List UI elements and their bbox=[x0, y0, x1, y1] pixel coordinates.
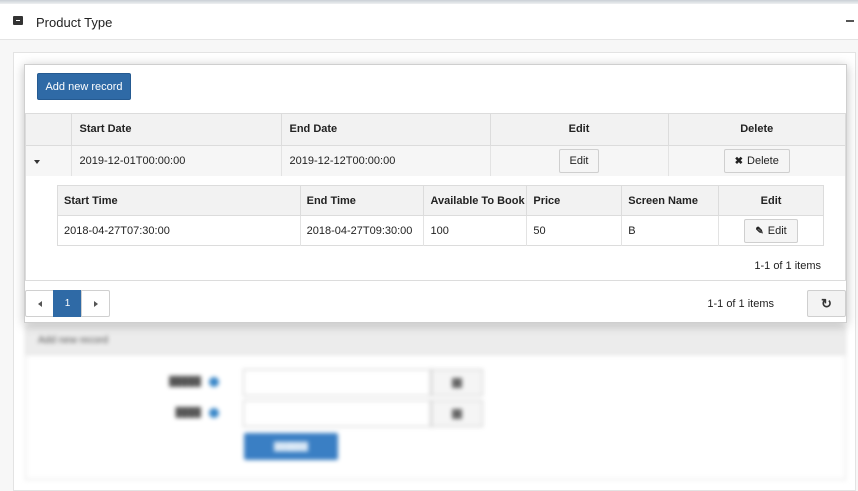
column-header-end-time[interactable]: End Time bbox=[300, 185, 425, 216]
form-submit-button[interactable]: ██████ bbox=[244, 433, 338, 460]
caret-right-icon bbox=[93, 300, 98, 307]
times-icon: ✖ bbox=[734, 155, 744, 167]
expand-toggle[interactable] bbox=[26, 145, 72, 176]
column-header-screen-name[interactable]: Screen Name bbox=[621, 185, 720, 216]
column-header-end-date[interactable]: End Date bbox=[281, 114, 491, 146]
edit-button-label: Edit bbox=[767, 224, 787, 237]
start-date-cell: 2019-12-01T00:00:00 bbox=[71, 145, 282, 176]
start-date-input[interactable] bbox=[243, 369, 431, 396]
blurred-add-form: Add new record █████ ████ ██████ bbox=[25, 325, 846, 480]
delete-button[interactable]: ✖ Delete bbox=[723, 148, 790, 173]
table-row: 2018-04-27T07:30:00 2018-04-27T09:30:00 … bbox=[57, 215, 824, 246]
column-header-start-time[interactable]: Start Time bbox=[57, 185, 301, 216]
price-cell: 50 bbox=[526, 215, 623, 246]
edit-button-label: Edit bbox=[569, 154, 589, 167]
end-date-input[interactable] bbox=[243, 400, 431, 427]
calendar-icon[interactable] bbox=[431, 400, 483, 427]
detail-table: Start Time End Time Available To Book Pr… bbox=[57, 185, 824, 246]
outer-header-row: Start Date End Date Edit Delete bbox=[26, 114, 845, 146]
column-header-edit: Edit bbox=[490, 114, 669, 146]
start-date-label: █████ bbox=[169, 376, 201, 386]
add-new-record-button[interactable]: Add new record bbox=[37, 73, 131, 100]
pager: 1 bbox=[25, 290, 110, 317]
detail-edit-button[interactable]: ✎ Edit bbox=[744, 218, 798, 243]
info-icon bbox=[209, 377, 219, 387]
end-date-label: ████ bbox=[175, 407, 201, 417]
delete-cell: ✖ Delete bbox=[668, 145, 845, 176]
edit-button[interactable]: Edit bbox=[558, 148, 600, 173]
end-date-cell: 2019-12-12T00:00:00 bbox=[281, 145, 491, 176]
records-dialog: Add new record Start Date End Date Edit … bbox=[24, 64, 847, 323]
screen-name-cell: B bbox=[621, 215, 720, 246]
column-header-price[interactable]: Price bbox=[526, 185, 623, 216]
table-row: 2019-12-01T00:00:00 2019-12-12T00:00:00 … bbox=[26, 145, 845, 176]
calendar-icon[interactable] bbox=[431, 369, 483, 396]
edit-cell: ✎ Edit bbox=[718, 215, 824, 246]
available-cell: 100 bbox=[423, 215, 528, 246]
expand-column-header bbox=[26, 114, 72, 146]
edit-cell: Edit bbox=[490, 145, 669, 176]
detail-items-count: 1-1 of 1 items bbox=[754, 260, 821, 272]
refresh-button[interactable]: ↻ bbox=[807, 290, 846, 317]
column-header-start-date[interactable]: Start Date bbox=[71, 114, 282, 146]
form-header: Add new record bbox=[25, 325, 846, 355]
pencil-icon: ✎ bbox=[755, 225, 764, 237]
column-header-delete: Delete bbox=[668, 114, 845, 146]
start-time-cell: 2018-04-27T07:30:00 bbox=[57, 215, 301, 246]
pager-page-button[interactable]: 1 bbox=[53, 290, 82, 317]
collapse-icon[interactable] bbox=[846, 20, 854, 22]
column-header-available[interactable]: Available To Book bbox=[423, 185, 528, 216]
page-header: Product Type bbox=[0, 4, 858, 40]
form-body: █████ ████ ██████ bbox=[25, 355, 846, 480]
delete-button-label: Delete bbox=[747, 154, 779, 167]
pager-next-button[interactable] bbox=[81, 290, 110, 317]
info-icon bbox=[209, 408, 219, 418]
form-title: Add new record bbox=[38, 335, 109, 346]
pager-prev-button[interactable] bbox=[25, 290, 54, 317]
caret-down-icon[interactable] bbox=[34, 159, 40, 164]
outer-grid: Start Date End Date Edit Delete 2019-12-… bbox=[25, 113, 846, 281]
detail-header-row: Start Time End Time Available To Book Pr… bbox=[57, 185, 824, 216]
page-title: Product Type bbox=[36, 15, 113, 30]
refresh-icon: ↻ bbox=[821, 295, 832, 311]
items-count: 1-1 of 1 items bbox=[707, 298, 774, 310]
caret-left-icon bbox=[37, 300, 42, 307]
box-icon bbox=[13, 16, 23, 25]
outer-table: Start Date End Date Edit Delete 2019-12-… bbox=[26, 114, 845, 176]
end-time-cell: 2018-04-27T09:30:00 bbox=[300, 215, 425, 246]
column-header-edit: Edit bbox=[718, 185, 824, 216]
